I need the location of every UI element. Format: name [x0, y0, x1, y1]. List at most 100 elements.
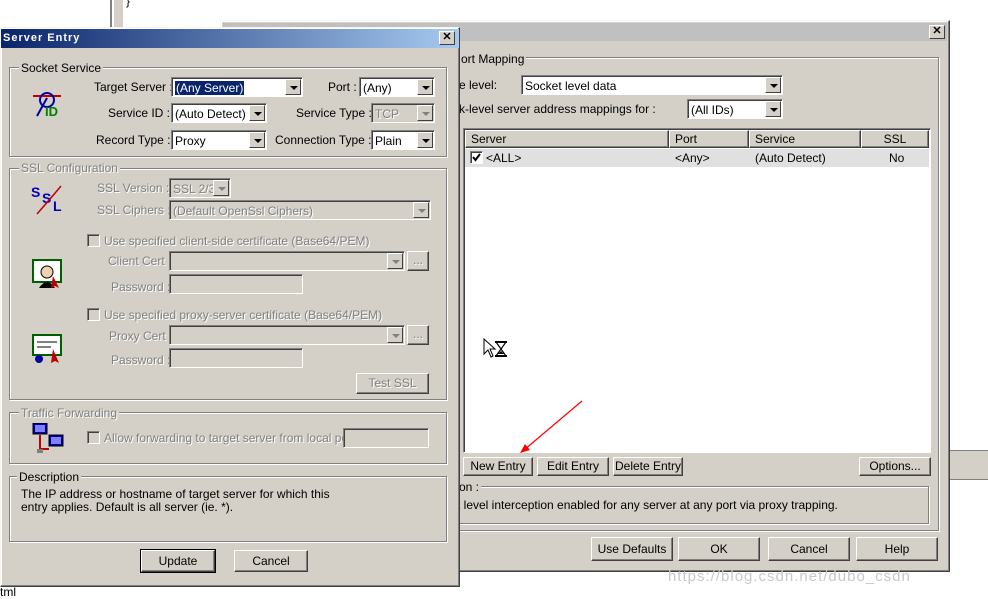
- mappings-label: k-level server address mappings for :: [459, 102, 656, 116]
- server-entry-close-button[interactable]: ✕: [439, 31, 455, 45]
- record-type-label: Record Type :: [96, 133, 171, 147]
- new-entry-button[interactable]: New Entry: [463, 457, 533, 476]
- chevron-down-icon[interactable]: [417, 79, 433, 95]
- cancel-entry-button[interactable]: Cancel: [234, 550, 308, 572]
- help-button[interactable]: Help: [856, 537, 938, 561]
- row-port: <Any>: [675, 151, 710, 165]
- update-button[interactable]: Update: [140, 549, 216, 573]
- annotation-arrow-icon: [520, 400, 583, 453]
- ssl-version-select[interactable]: SSL 2/3: [169, 178, 231, 198]
- editor-bottom-text: tml: [0, 585, 16, 599]
- editor-scrollbar[interactable]: [113, 0, 123, 28]
- edit-entry-button[interactable]: Edit Entry: [537, 457, 609, 476]
- server-entry-dialog: Server Entry ✕ Socket Service ID Target …: [0, 27, 460, 587]
- chevron-down-icon[interactable]: [765, 77, 781, 93]
- chevron-down-icon[interactable]: [413, 202, 429, 218]
- ssl-version-value: SSL 2/3: [173, 182, 216, 196]
- record-type-select[interactable]: Proxy: [171, 130, 267, 150]
- table-row[interactable]: <ALL> <Any> (Auto Detect) No: [465, 149, 929, 167]
- test-ssl-button[interactable]: Test SSL: [356, 373, 429, 394]
- connection-type-select[interactable]: Plain: [371, 130, 435, 150]
- service-type-select[interactable]: TCP: [371, 103, 435, 123]
- service-id-value: (Auto Detect): [175, 107, 246, 121]
- ssl-ciphers-value: (Default OpenSsl Ciphers): [173, 204, 314, 218]
- client-password-field[interactable]: [169, 274, 303, 294]
- server-entry-title: Server Entry: [3, 32, 81, 44]
- port-mapping-close-button[interactable]: ✕: [929, 25, 945, 39]
- mappings-select[interactable]: (All IDs): [687, 99, 783, 119]
- row-ssl: No: [889, 151, 905, 165]
- proxy-password-field[interactable]: [169, 348, 303, 368]
- chevron-down-icon[interactable]: [249, 105, 265, 121]
- id-icon: ID: [31, 88, 65, 120]
- editor-right-strip: [948, 450, 988, 480]
- row-checkbox[interactable]: [470, 151, 483, 164]
- proxy-cert-checkbox-label: Use specified proxy-server certificate (…: [104, 308, 383, 322]
- chevron-down-icon[interactable]: [387, 253, 403, 269]
- local-port-field[interactable]: [343, 428, 429, 448]
- socket-service-title: Socket Service: [19, 61, 104, 75]
- service-id-label: Service ID :: [108, 106, 171, 120]
- chevron-down-icon[interactable]: [387, 327, 403, 343]
- client-cert-checkbox[interactable]: [87, 234, 100, 247]
- chevron-down-icon[interactable]: [249, 132, 265, 148]
- server-entry-titlebar: Server Entry: [1, 29, 459, 48]
- proxy-certificate-icon: [31, 333, 65, 365]
- proxy-cert-checkbox[interactable]: [87, 308, 100, 321]
- level-select-value: Socket level data: [525, 79, 617, 93]
- mapping-description-text: t level interception enabled for any ser…: [457, 498, 838, 512]
- cancel-button[interactable]: Cancel: [768, 537, 850, 561]
- column-header-service[interactable]: Service: [749, 130, 861, 148]
- level-select[interactable]: Socket level data: [521, 75, 783, 95]
- client-cert-checkbox-label: Use specified client-side certificate (B…: [104, 234, 370, 248]
- chevron-down-icon[interactable]: [285, 79, 301, 95]
- port-label: Port :: [328, 80, 357, 94]
- options-button[interactable]: Options...: [859, 457, 931, 476]
- description-title: Description: [17, 470, 82, 484]
- certificate-icon: [31, 258, 65, 290]
- delete-entry-button[interactable]: Delete Entry: [613, 457, 683, 476]
- target-server-label: Target Server :: [94, 80, 173, 94]
- allow-forwarding-label: Allow forwarding to target server from l…: [104, 431, 363, 445]
- traffic-forwarding-title: Traffic Forwarding: [19, 406, 120, 420]
- column-header-ssl[interactable]: SSL: [861, 130, 929, 148]
- chevron-down-icon[interactable]: [213, 180, 229, 196]
- editor-vertical-divider: [110, 0, 112, 28]
- target-server-value: (Any Server): [175, 81, 245, 95]
- target-server-select[interactable]: (Any Server): [171, 77, 303, 97]
- checkmark-icon: [472, 153, 481, 162]
- id-icon-text: ID: [45, 104, 58, 119]
- chevron-down-icon[interactable]: [417, 105, 433, 121]
- service-id-select[interactable]: (Auto Detect): [171, 103, 267, 123]
- level-label: e level:: [459, 78, 498, 92]
- ssl-ciphers-select[interactable]: (Default OpenSsl Ciphers): [169, 200, 431, 220]
- network-icon: [31, 422, 65, 455]
- mapping-description-title: on :: [457, 480, 482, 494]
- client-cert-browse-button[interactable]: ...: [407, 251, 429, 271]
- close-icon: ✕: [442, 31, 452, 43]
- hourglass-cursor-icon: [483, 338, 508, 358]
- use-defaults-button[interactable]: Use Defaults: [591, 537, 673, 561]
- list-header: Server Port Service SSL: [465, 130, 929, 148]
- proxy-password-label: Password :: [111, 353, 171, 367]
- client-cert-select[interactable]: [169, 251, 405, 271]
- service-type-label: Service Type :: [296, 106, 372, 120]
- chevron-down-icon[interactable]: [417, 132, 433, 148]
- ok-button[interactable]: OK: [678, 537, 760, 561]
- close-icon: ✕: [932, 25, 942, 37]
- column-header-port[interactable]: Port: [669, 130, 749, 148]
- ssl-ciphers-label: SSL Ciphers :: [97, 203, 171, 217]
- mappings-select-value: (All IDs): [691, 103, 734, 117]
- allow-forwarding-checkbox[interactable]: [87, 431, 100, 444]
- port-value: (Any): [363, 81, 392, 95]
- service-type-value: TCP: [375, 107, 399, 121]
- row-server: <ALL>: [486, 151, 522, 165]
- proxy-cert-label: Proxy Cert :: [109, 329, 173, 343]
- port-select[interactable]: (Any): [359, 77, 435, 97]
- proxy-cert-browse-button[interactable]: ...: [407, 325, 429, 345]
- chevron-down-icon[interactable]: [765, 101, 781, 117]
- ssl-config-title: SSL Configuration: [19, 161, 120, 175]
- column-header-server[interactable]: Server: [465, 130, 669, 148]
- proxy-cert-select[interactable]: [169, 325, 405, 345]
- row-service: (Auto Detect): [755, 151, 826, 165]
